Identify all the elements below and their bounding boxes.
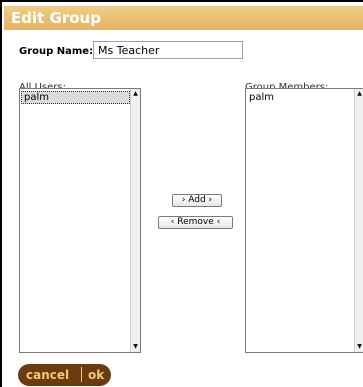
group-members-scrollbar[interactable]: ▲ ▼ <box>354 89 363 352</box>
cancel-button[interactable]: cancel <box>26 367 69 383</box>
all-users-list[interactable]: palm ▲ ▼ <box>19 88 141 353</box>
ok-button[interactable]: ok <box>88 367 104 383</box>
title-bar: Edit Group <box>4 6 363 30</box>
group-members-list[interactable]: palm ▲ ▼ <box>245 88 363 353</box>
pill-divider <box>81 367 82 382</box>
dialog-title: Edit Group <box>11 9 101 27</box>
add-button[interactable]: › Add › <box>172 194 222 207</box>
up-arrow-icon[interactable]: ▲ <box>355 89 363 99</box>
list-item[interactable]: palm <box>21 91 130 104</box>
down-arrow-icon[interactable]: ▼ <box>131 342 140 352</box>
all-users-scrollbar[interactable]: ▲ ▼ <box>130 89 140 352</box>
up-arrow-icon[interactable]: ▲ <box>131 89 140 99</box>
down-arrow-icon[interactable]: ▼ <box>355 342 363 352</box>
remove-button[interactable]: ‹ Remove ‹ <box>158 216 233 229</box>
group-name-label: Group Name: <box>19 46 94 57</box>
group-name-input[interactable] <box>93 41 243 59</box>
edit-group-dialog: Edit Group Group Name: All Users: palm ▲… <box>0 0 363 387</box>
action-pill: cancel ok <box>18 364 111 386</box>
list-item[interactable]: palm <box>247 91 347 104</box>
